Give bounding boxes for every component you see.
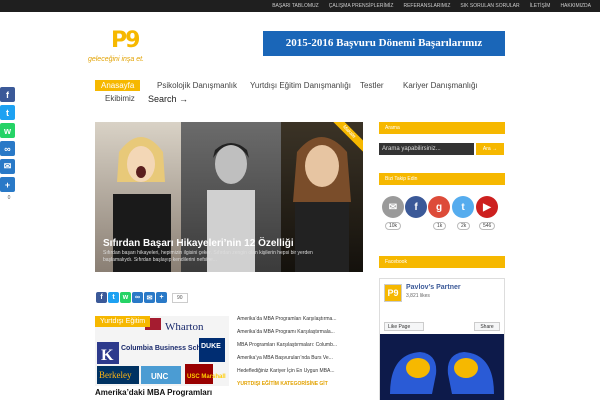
whatsapp-share-icon[interactable]: w	[0, 123, 15, 138]
nav-item-testler[interactable]: Testler	[360, 81, 384, 90]
related-link[interactable]: Amerika’da MBA Programı Karşılaştırmala.…	[237, 326, 365, 339]
nav-item-kariyer[interactable]: Kariyer Danışmanlığı	[403, 81, 478, 90]
category-tag[interactable]: Yurtdışı Eğitim	[95, 316, 151, 327]
slide-title[interactable]: Sıfırdan Başarı Hikayeleri’nin 12 Özelli…	[103, 238, 294, 249]
top-nav-item[interactable]: SIK SORULAN SORULAR	[455, 0, 524, 12]
copy-link-icon[interactable]: ∞	[0, 141, 15, 156]
related-link[interactable]: MBA Programları Karşılaştırmaları: Colum…	[237, 339, 365, 352]
page-avatar: P9	[384, 284, 402, 302]
related-link[interactable]: Amerika’da MBA Programları Karşılaştırma…	[237, 313, 365, 326]
twitter-follow-count: 2k	[457, 222, 471, 230]
email-follow-count: 10k	[385, 222, 402, 230]
site-logo[interactable]: P9 geleceğini inşa et.	[86, 28, 146, 70]
sidebar-facebook-title: Facebook	[379, 256, 505, 268]
sidebar-search-title: Arama	[379, 122, 505, 134]
facebook-share-icon[interactable]: f	[0, 87, 15, 102]
googleplus-follow-icon[interactable]: g	[428, 196, 450, 218]
twitter-share-icon[interactable]: t	[0, 105, 15, 120]
related-link[interactable]: Amerika’ya MBA Başvuruları’nda Burs Ve..…	[237, 352, 365, 365]
sidebar-search-button[interactable]: Ara →	[476, 143, 504, 155]
floating-share-bar: f t w ∞ ✉ + 0	[0, 87, 18, 201]
logo-wharton: Wharton	[165, 321, 204, 333]
svg-text:K: K	[101, 347, 114, 364]
whatsapp-share-icon[interactable]: w	[120, 292, 131, 303]
nav-search-link[interactable]: Search →	[148, 94, 188, 104]
top-nav-item[interactable]: İLETİŞİM	[525, 0, 556, 12]
top-nav: BAŞARI TABLOMUZ ÇALIŞMA PRENSİPLERİMİZ R…	[267, 0, 596, 12]
page-name[interactable]: Pavlov’s Partner	[406, 284, 461, 291]
top-bar: BAŞARI TABLOMUZ ÇALIŞMA PRENSİPLERİMİZ R…	[0, 0, 600, 12]
featured-slider[interactable]: Makale Sıfırdan Başarı Hikayeleri’nin 12…	[95, 122, 363, 272]
sidebar-search-header: Arama	[379, 122, 505, 134]
youtube-follow-icon[interactable]: ▶	[476, 196, 498, 218]
logo-berkeley: Berkeley	[99, 370, 132, 380]
sidebar-follow-header: Bizi Takip Edin	[379, 173, 505, 185]
like-page-button[interactable]: Like Page	[384, 322, 424, 331]
share-count: 90	[172, 292, 188, 303]
top-nav-item[interactable]: BAŞARI TABLOMUZ	[267, 0, 324, 12]
top-nav-item[interactable]: ÇALIŞMA PRENSİPLERİMİZ	[324, 0, 399, 12]
googleplus-follow-count: 1k	[433, 222, 447, 230]
youtube-follow-count: 546	[479, 222, 496, 230]
featured-post-title[interactable]: Amerika’daki MBA Programları	[95, 388, 212, 397]
floating-share-count: 0	[7, 195, 11, 201]
logo-mark: P9	[111, 28, 140, 53]
nav-item-yurtdisi[interactable]: Yurtdışı Eğitim Danışmanlığı	[250, 81, 351, 90]
logo-columbia: Columbia Business School	[121, 345, 211, 352]
top-nav-item[interactable]: HAKKIMIZDA	[555, 0, 596, 12]
slide-excerpt: Sıfırdan başarı hikayeleri, hepimizin il…	[103, 250, 313, 263]
logo-text: geleceğini inşa et.	[87, 56, 145, 63]
twitter-follow-icon[interactable]: t	[452, 196, 474, 218]
logo-unc: UNC	[151, 372, 169, 381]
facebook-follow-icon[interactable]: f	[405, 196, 427, 218]
header-banner[interactable]: 2015-2016 Başvuru Dönemi Başarılarımız	[263, 31, 505, 56]
related-links: Amerika’da MBA Programları Karşılaştırma…	[237, 313, 365, 378]
top-nav-item[interactable]: REFERANSLARIMIZ	[398, 0, 455, 12]
share-page-button[interactable]: Share	[474, 322, 500, 331]
category-link[interactable]: YURTDIŞI EĞİTİM KATEGORİSİNE GİT	[237, 381, 337, 388]
logo-duke: DUKE	[201, 343, 221, 350]
share-bar: f t w ∞ ✉ + 90	[96, 292, 188, 303]
email-share-icon[interactable]: ✉	[0, 159, 15, 174]
page-likes: 3,821 likes	[406, 293, 430, 299]
facebook-share-icon[interactable]: f	[96, 292, 107, 303]
more-share-icon[interactable]: +	[0, 177, 15, 192]
sidebar-search-input[interactable]: Arama yapabilirsiniz...	[379, 143, 474, 155]
copy-link-icon[interactable]: ∞	[132, 292, 143, 303]
facebook-widget[interactable]: P9 Pavlov’s Partner 3,821 likes Like Pag…	[379, 278, 505, 400]
more-share-icon[interactable]: +	[156, 292, 167, 303]
logo-usc: USC Marshall	[187, 374, 226, 380]
email-share-icon[interactable]: ✉	[144, 292, 155, 303]
nav-item-ekibimiz[interactable]: Ekibimiz	[105, 94, 135, 103]
brain-cover-image	[380, 334, 504, 400]
related-link[interactable]: Hedeflediğiniz Kariyer İçin En Uygun MBA…	[237, 365, 365, 378]
nav-item-home[interactable]: Anasayfa	[95, 80, 141, 91]
nav-item-psikolojik[interactable]: Psikolojik Danışmanlık	[157, 81, 237, 90]
sidebar-facebook-header: Facebook	[379, 256, 505, 268]
sidebar-follow-title: Bizi Takip Edin	[379, 173, 505, 185]
twitter-share-icon[interactable]: t	[108, 292, 119, 303]
email-follow-icon[interactable]: ✉	[382, 196, 404, 218]
